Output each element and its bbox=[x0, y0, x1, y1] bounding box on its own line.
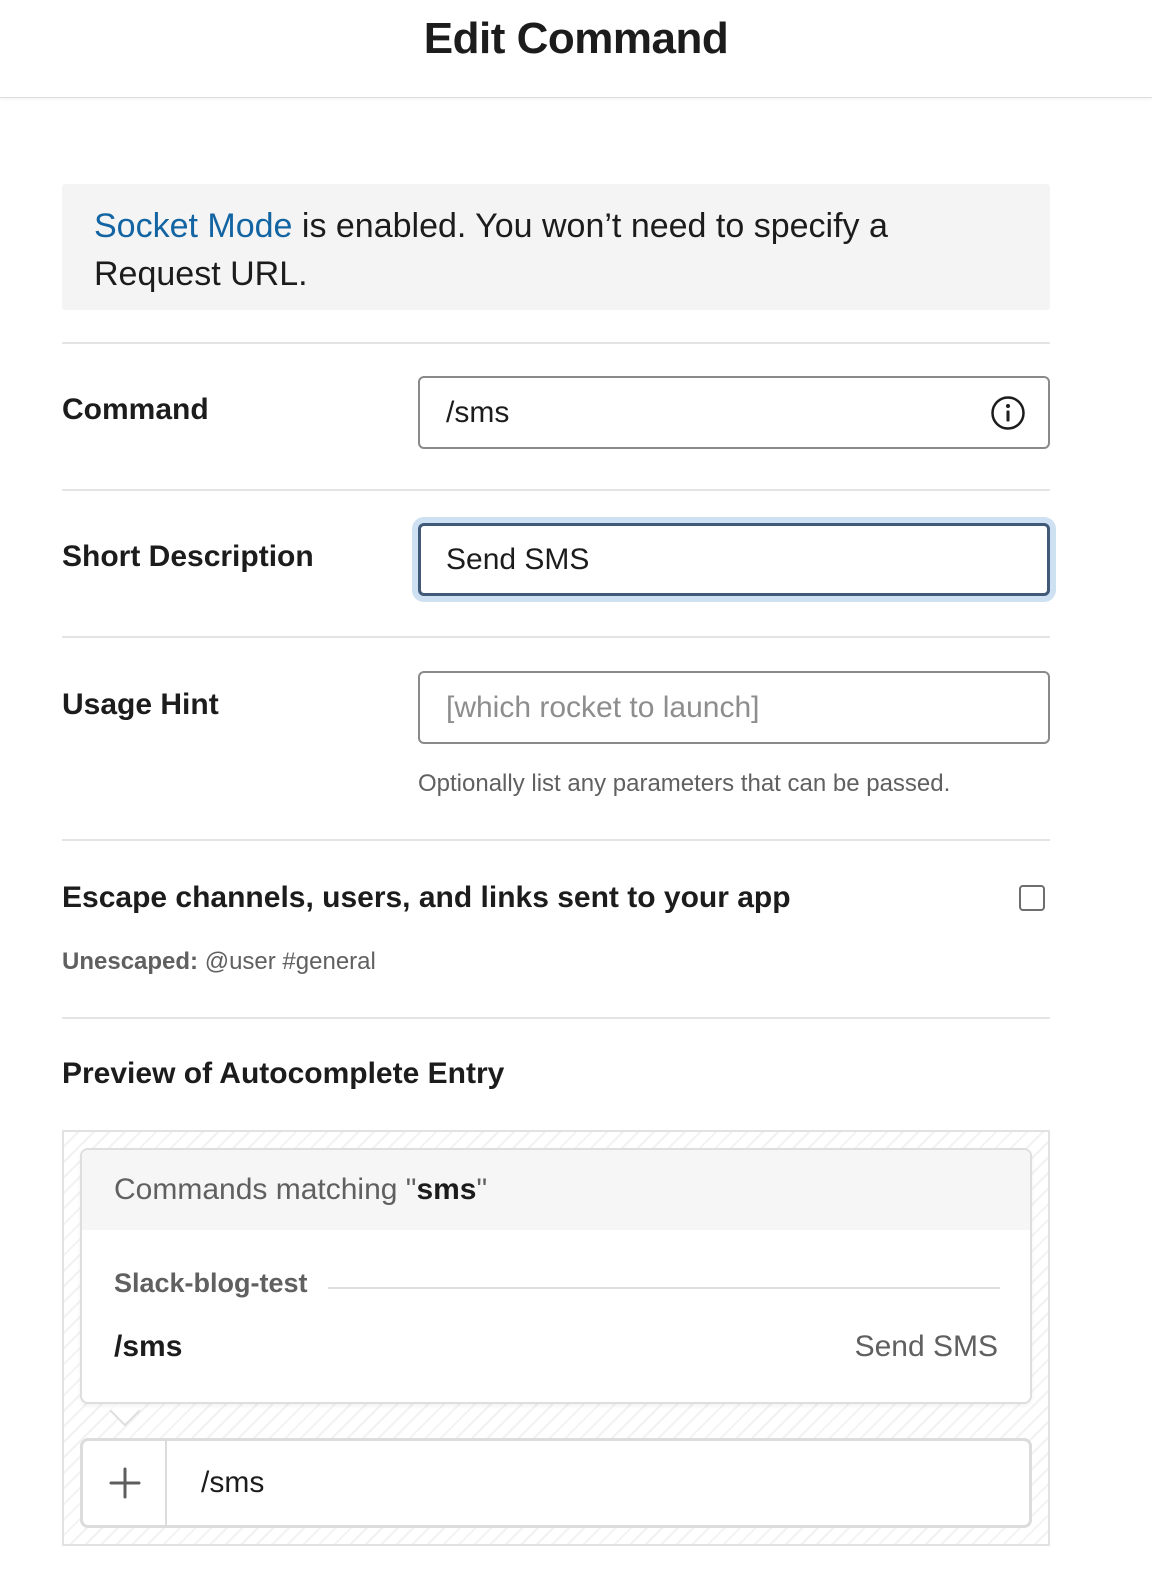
short-description-input[interactable]: Send SMS bbox=[418, 523, 1050, 596]
divider bbox=[62, 342, 1050, 344]
autocomplete-popup: Commands matching "sms" Slack-blog-test … bbox=[80, 1148, 1032, 1404]
unescaped-value: @user #general bbox=[198, 948, 376, 975]
divider bbox=[62, 1017, 1050, 1019]
matching-suffix: " bbox=[476, 1173, 488, 1206]
unescaped-example: Unescaped: @user #general bbox=[62, 948, 376, 976]
usage-hint-placeholder: [which rocket to launch] bbox=[446, 691, 760, 724]
short-description-label: Short Description bbox=[62, 540, 314, 573]
preview-title: Preview of Autocomplete Entry bbox=[62, 1057, 505, 1090]
divider bbox=[62, 839, 1050, 841]
plus-icon bbox=[109, 1467, 141, 1499]
preview-description: Send SMS bbox=[854, 1330, 998, 1363]
command-value: /sms bbox=[446, 396, 510, 429]
divider bbox=[62, 636, 1050, 638]
notice-text: is enabled. You won’t need to specify a bbox=[292, 207, 888, 245]
preview-command: /sms bbox=[114, 1330, 183, 1363]
usage-hint-label: Usage Hint bbox=[62, 688, 219, 721]
matching-prefix: Commands matching " bbox=[114, 1173, 417, 1206]
add-button[interactable] bbox=[83, 1441, 167, 1525]
matching-header: Commands matching "sms" bbox=[82, 1150, 1030, 1230]
escape-checkbox[interactable] bbox=[1019, 885, 1045, 911]
unescaped-label: Unescaped: bbox=[62, 948, 199, 975]
matching-term: sms bbox=[416, 1173, 477, 1206]
socket-mode-notice: Socket Mode is enabled. You won’t need t… bbox=[62, 184, 1050, 310]
usage-hint-input[interactable]: [which rocket to launch] bbox=[418, 671, 1050, 744]
command-input[interactable]: /sms bbox=[418, 376, 1050, 449]
command-label: Command bbox=[62, 393, 209, 426]
usage-hint-helper: Optionally list any parameters that can … bbox=[418, 770, 951, 797]
divider bbox=[62, 489, 1050, 491]
app-name: Slack-blog-test bbox=[114, 1268, 308, 1298]
socket-mode-link[interactable]: Socket Mode bbox=[94, 207, 292, 245]
message-composer[interactable]: /sms bbox=[80, 1438, 1032, 1528]
notice-text-line2: Request URL. bbox=[94, 255, 308, 293]
page-title: Edit Command bbox=[423, 14, 729, 63]
app-divider bbox=[328, 1287, 1000, 1289]
page-header: Edit Command bbox=[0, 0, 1152, 98]
short-description-value: Send SMS bbox=[446, 543, 590, 576]
escape-label: Escape channels, users, and links sent t… bbox=[62, 881, 791, 914]
info-icon[interactable] bbox=[990, 395, 1026, 431]
composer-text: /sms bbox=[201, 1466, 265, 1499]
